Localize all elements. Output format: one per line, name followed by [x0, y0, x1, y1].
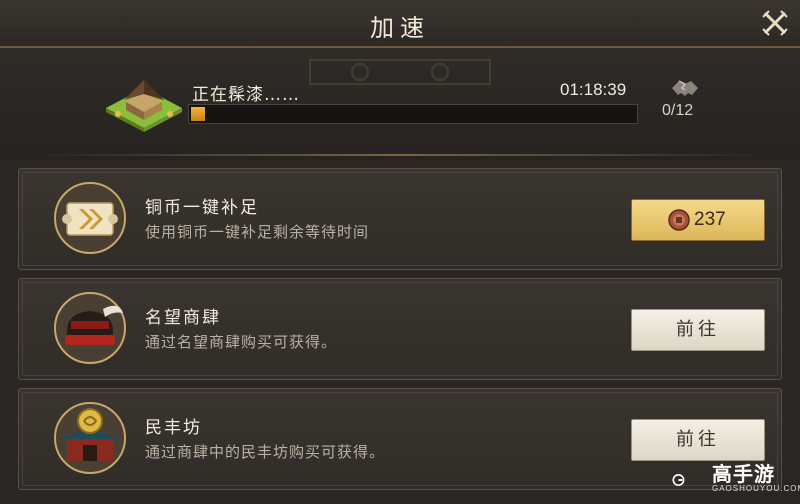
option-copper-refill: 铜币一键补足 使用铜币一键补足剩余等待时间 237: [18, 168, 782, 270]
handshake-icon[interactable]: [670, 76, 700, 100]
section-divider: [30, 154, 770, 156]
option-title: 铜币一键补足: [145, 198, 259, 218]
remaining-time: 01:18:39: [560, 80, 627, 99]
decorative-pattern: [309, 59, 491, 85]
option-description: 通过商肆中的民丰坊购买可获得。: [145, 443, 386, 461]
copper-cost: 237: [694, 209, 726, 230]
official-hat-icon: [54, 292, 126, 364]
dialog-title: 加速: [370, 14, 430, 42]
construction-progress-bar: [188, 104, 638, 124]
copper-coin-icon: [668, 209, 690, 231]
close-icon[interactable]: [760, 8, 790, 38]
copper-refill-button[interactable]: 237: [631, 199, 765, 241]
market-gate-icon: [54, 402, 126, 474]
watermark-url: GAOSHOUYOU.COM: [712, 484, 800, 493]
construction-status: 正在髹漆……: [192, 85, 300, 105]
option-title: 民丰坊: [145, 418, 202, 438]
go-fame-shop-button[interactable]: 前往: [631, 309, 765, 351]
dialog-header: 加速: [0, 0, 800, 48]
watermark-name: 高手游: [712, 462, 775, 486]
gaoshouyou-logo-icon: [672, 474, 685, 486]
building-icon: [106, 80, 182, 132]
option-minfeng-shop: 民丰坊 通过商肆中的民丰坊购买可获得。 前往: [18, 388, 782, 490]
option-description: 通过名望商肆购买可获得。: [145, 333, 338, 351]
progress-fill: [191, 107, 205, 121]
alliance-help-count: 0/12: [662, 102, 694, 119]
option-description: 使用铜币一键补足剩余等待时间: [145, 223, 370, 241]
option-fame-shop: 名望商肆 通过名望商肆购买可获得。 前往: [18, 278, 782, 380]
scroll-arrow-icon: [54, 182, 126, 254]
go-minfeng-shop-button[interactable]: 前往: [631, 419, 765, 461]
option-title: 名望商肆: [145, 308, 221, 328]
